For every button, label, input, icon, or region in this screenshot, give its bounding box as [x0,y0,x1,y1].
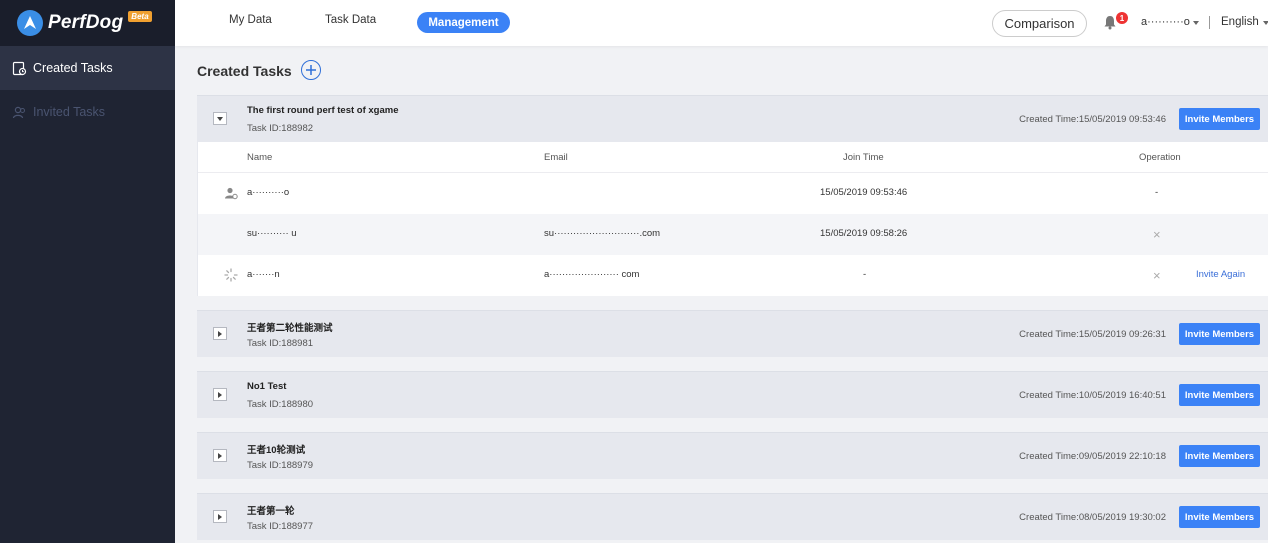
invite-members-button[interactable]: Invite Members [1179,445,1260,467]
task-id: Task ID:188982 [247,123,314,134]
user-name[interactable]: a··········o [1141,16,1190,28]
page-title: Created Tasks [197,63,292,79]
collapse-toggle[interactable] [213,112,227,125]
chevron-down-icon [217,116,223,121]
table-row: a·······n a······················ com - … [198,255,1268,296]
remove-member-close-icon[interactable]: × [1153,227,1161,242]
bell-icon[interactable] [1103,15,1117,30]
task-name: No1 Test [247,381,287,392]
task-created-time: Created Time:08/05/2019 19:30:02 [1019,512,1166,523]
chevron-right-icon [218,391,222,398]
member-email: su···························.com [544,228,661,239]
chevron-right-icon [218,513,222,520]
invite-again-link[interactable]: Invite Again [1196,269,1245,280]
member-name: a·······n [247,269,280,280]
task-row[interactable]: The first round perf test of xgame Task … [197,95,1268,142]
column-header-operation: Operation [1139,152,1181,163]
task-created-time: Created Time:15/05/2019 09:26:31 [1019,329,1166,340]
expand-toggle[interactable] [213,510,227,523]
column-header-name: Name [247,152,273,163]
nav-task-data[interactable]: Task Data [325,14,376,26]
invite-members-button[interactable]: Invite Members [1179,108,1260,130]
sidebar-item-label: Created Tasks [33,61,113,75]
app-root: PerfDog Beta Created Tasks Invited Tasks… [0,0,1268,543]
notification-badge: 1 [1116,12,1128,24]
chevron-down-icon[interactable] [1193,21,1199,25]
member-name: su·········· u [247,228,297,239]
chevron-right-icon [218,330,222,337]
task-created-time: Created Time:10/05/2019 16:40:51 [1019,390,1166,401]
task-name: 王者10轮测试 [247,445,306,456]
header-divider [1209,16,1210,29]
chevron-right-icon [218,452,222,459]
task-list-icon [11,60,27,76]
owner-icon [224,186,238,200]
brand-name: PerfDog [48,12,124,33]
people-icon [11,104,27,120]
task-name: 王者第二轮性能测试 [247,323,333,334]
sidebar-item-invited-tasks[interactable]: Invited Tasks [0,90,175,134]
nav-management[interactable]: Management [417,12,510,33]
task-id: Task ID:188979 [247,460,314,471]
task-id: Task ID:188977 [247,521,314,532]
task-created-time: Created Time:09/05/2019 22:10:18 [1019,451,1166,462]
member-join-time: 15/05/2019 09:58:26 [820,228,908,239]
member-operation: - [1155,187,1159,198]
task-id: Task ID:188980 [247,399,314,410]
column-header-email: Email [544,152,568,163]
task-created-time: Created Time:15/05/2019 09:53:46 [1019,114,1166,125]
sidebar-item-created-tasks[interactable]: Created Tasks [0,46,175,90]
comparison-button[interactable]: Comparison [992,10,1087,37]
table-row: su·········· u su·······················… [198,214,1268,255]
beta-badge: Beta [128,10,152,22]
loading-icon [224,268,238,282]
column-header-join-time: Join Time [843,152,884,163]
chevron-down-icon[interactable] [1263,21,1268,25]
task-id: Task ID:188981 [247,338,314,349]
member-join-time: - [863,269,867,280]
member-name: a··········o [247,187,290,198]
table-row: a··········o 15/05/2019 09:53:46 - [198,173,1268,214]
perfdog-logo-icon [17,10,43,36]
member-email: a······················ com [544,269,640,280]
task-row[interactable]: 王者第一轮 Task ID:188977 Created Time:08/05/… [197,493,1268,540]
language-selector[interactable]: English [1221,16,1259,28]
members-table: Name Email Join Time Operation a········… [197,142,1268,296]
invite-members-button[interactable]: Invite Members [1179,323,1260,345]
sidebar-item-label: Invited Tasks [33,105,106,119]
expand-toggle[interactable] [213,388,227,401]
task-row[interactable]: No1 Test Task ID:188980 Created Time:10/… [197,371,1268,418]
sidebar: PerfDog Beta Created Tasks Invited Tasks [0,0,175,543]
nav-my-data[interactable]: My Data [229,14,272,26]
invite-members-button[interactable]: Invite Members [1179,384,1260,406]
task-row[interactable]: 王者第二轮性能测试 Task ID:188981 Created Time:15… [197,310,1268,357]
remove-member-close-icon[interactable]: × [1153,268,1161,283]
members-table-header: Name Email Join Time Operation [198,142,1268,173]
task-name: The first round perf test of xgame [247,105,399,116]
task-row[interactable]: 王者10轮测试 Task ID:188979 Created Time:09/0… [197,432,1268,479]
member-join-time: 15/05/2019 09:53:46 [820,187,908,198]
plus-icon [306,65,316,75]
add-task-button[interactable] [301,60,321,80]
expand-toggle[interactable] [213,449,227,462]
task-name: 王者第一轮 [247,506,295,517]
invite-members-button[interactable]: Invite Members [1179,506,1260,528]
expand-toggle[interactable] [213,327,227,340]
brand-logo[interactable]: PerfDog Beta [0,0,175,46]
top-header: My Data Task Data Management Comparison … [175,0,1268,46]
